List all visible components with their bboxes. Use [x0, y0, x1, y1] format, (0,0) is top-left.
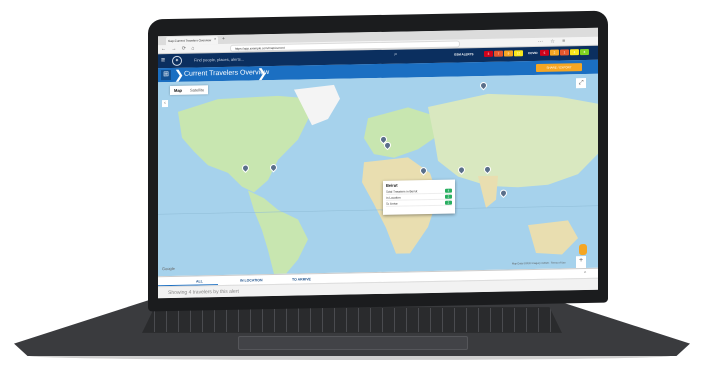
street-view-pegman-icon[interactable] [579, 243, 587, 256]
world-map[interactable]: Map Satellite ‹ ⤢ Beirut Total Travelers… [158, 73, 598, 277]
alert-count-badge[interactable]: 9 [504, 50, 513, 57]
fullscreen-icon[interactable]: ⤢ [576, 78, 586, 89]
satellite-view-option[interactable]: Satellite [186, 85, 208, 94]
map-type-toggle[interactable]: Map Satellite [170, 85, 209, 95]
alert-count-badge[interactable]: 3 [484, 50, 493, 57]
status-text: Showing 4 travelers by this alert [168, 288, 239, 297]
keyboard [142, 307, 562, 333]
alert-count-badge[interactable]: 1 [560, 49, 569, 56]
chevron-right-icon: ❯ [174, 67, 185, 82]
alert-count-badge[interactable]: 8 [580, 48, 589, 56]
search-input[interactable]: Find people, places, alerts... [194, 57, 244, 63]
google-logo: Google [162, 265, 175, 272]
covid-label: COVID [528, 50, 538, 56]
zoom-in-button[interactable]: + [576, 256, 586, 269]
collapse-panel-icon[interactable]: ‹ [162, 100, 168, 108]
map-view-option[interactable]: Map [170, 86, 186, 95]
chevron-right-icon: ❯ [257, 66, 268, 81]
chevron-up-icon[interactable]: ⌃ [583, 271, 587, 277]
alerts-label: GSM ALERTS [454, 52, 474, 57]
alert-count-badge[interactable]: 5 [540, 49, 549, 56]
tab-all[interactable]: ALL [196, 279, 203, 283]
share-export-button[interactable]: SHARE / EXPORT [536, 63, 582, 72]
popup-count-badge[interactable]: 2 [445, 194, 452, 199]
popup-row-label: To Arrive [386, 201, 398, 206]
location-popup: Beirut Total Travelers in Beirut 4 In Lo… [383, 179, 455, 215]
popup-row-to-arrive: To Arrive 2 [386, 199, 452, 207]
alert-count-badge[interactable]: 2 [550, 49, 559, 56]
tab-in-location[interactable]: IN LOCATION [240, 278, 263, 282]
browser-menu-icons[interactable]: ⋯ ☆ ≡ [538, 38, 568, 45]
laptop-scene: Gap-Current Travelers Overview × + ← → ⟳… [0, 0, 703, 369]
grid-menu-icon[interactable]: ⊞ [161, 69, 171, 81]
map-land-shapes [158, 84, 598, 274]
popup-count-badge[interactable]: 2 [445, 200, 452, 205]
search-icon[interactable]: ⌕ [394, 52, 397, 59]
alert-count-badge[interactable]: 4 [570, 49, 579, 56]
trackpad [238, 336, 468, 350]
tab-to-arrive[interactable]: TO ARRIVE [292, 277, 311, 281]
hamburger-menu-icon[interactable]: ≡ [161, 57, 165, 64]
browser-nav-icons[interactable]: ← → ⟳ ⌂ [161, 45, 196, 52]
alert-count-badge[interactable]: 7 [494, 50, 503, 57]
close-tab-icon[interactable]: × [214, 36, 216, 41]
laptop-screen: Gap-Current Travelers Overview × + ← → ⟳… [158, 27, 598, 299]
company-logo-icon: ✦ [172, 55, 182, 66]
popup-row-label: In Location [386, 195, 401, 200]
popup-row-label: Total Travelers in Beirut [386, 189, 418, 194]
alert-count-badge[interactable]: 12 [514, 50, 523, 57]
popup-count-badge[interactable]: 4 [445, 188, 452, 193]
new-tab-icon[interactable]: + [222, 36, 225, 42]
